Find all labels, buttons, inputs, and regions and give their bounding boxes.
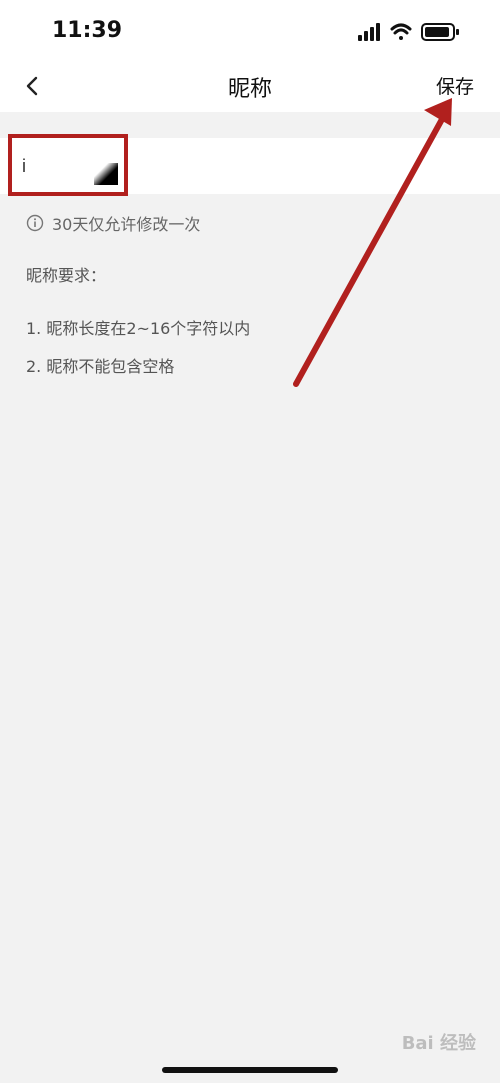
notice-text: 30天仅允许修改一次	[52, 215, 201, 234]
requirements-title: 昵称要求：	[26, 266, 107, 285]
status-time: 11:39	[52, 18, 123, 43]
status-icons	[358, 22, 462, 42]
save-button[interactable]: 保存	[436, 72, 474, 99]
page-title: 昵称	[227, 77, 272, 102]
requirement-item: 1. 昵称长度在2~16个字符以内	[26, 319, 251, 338]
cellular-signal-icon	[358, 23, 380, 41]
watermark: Bai 经验	[401, 1033, 476, 1054]
requirement-item: 2. 昵称不能包含空格	[26, 357, 175, 376]
battery-icon	[421, 23, 459, 41]
status-bar: 11:39	[0, 0, 500, 62]
nav-bar: 昵称 保存	[0, 62, 500, 112]
info-icon	[26, 214, 44, 232]
modify-limit-notice: 30天仅允许修改一次	[26, 212, 200, 234]
wifi-icon	[390, 23, 412, 40]
home-indicator	[162, 1067, 338, 1073]
annotation-highlight-box	[8, 134, 128, 196]
